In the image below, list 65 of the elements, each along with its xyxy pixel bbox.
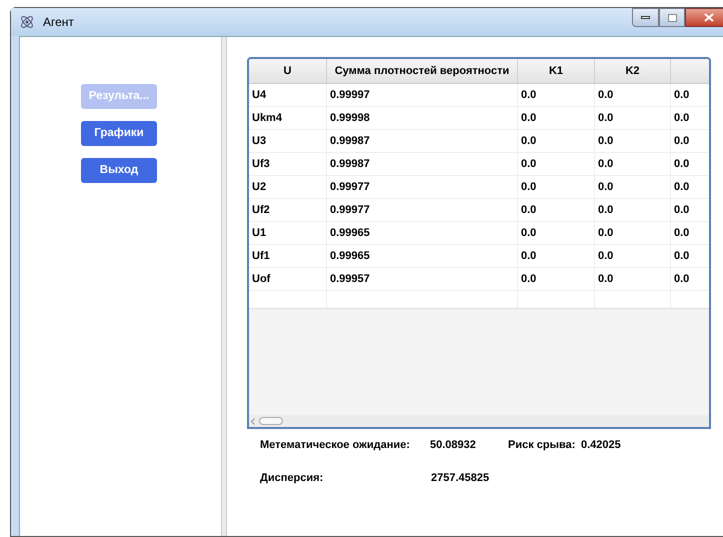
table-cell-text: Uf2 [252, 202, 270, 218]
table-cell-text: U4 [252, 88, 266, 103]
column-header[interactable]: K1 [548, 62, 564, 80]
stat-label: Дисперсия: [260, 470, 324, 486]
column-header[interactable]: U [284, 62, 292, 80]
table-cell-text: 0.0 [674, 134, 690, 149]
table-cell-text: U3 [252, 134, 266, 149]
sidebar-button[interactable]: Графики [81, 121, 157, 146]
table-cell-text: 0.99997 [330, 88, 370, 103]
minimize-button[interactable] [632, 8, 659, 27]
table-cell-text: 0.0 [674, 272, 690, 287]
table-cell-text: Uof [252, 272, 270, 287]
table-cell-text: 0.0 [598, 156, 614, 172]
table-cell-text: 0.0 [674, 202, 690, 218]
table-cell-text: 0.0 [598, 110, 614, 126]
table-cell-text: 0.0 [598, 202, 614, 218]
stat-value: 0.42025 [581, 438, 621, 453]
sidebar-button[interactable]: Выход [81, 158, 157, 183]
table-cell-text: 0.0 [674, 156, 690, 172]
table-cell-text: 0.0 [598, 180, 614, 195]
table-cell-text: 0.0 [674, 226, 690, 241]
window-title: Агент [43, 14, 74, 31]
column-header[interactable]: Сумма плотностей вероятности [334, 62, 510, 80]
table-cell-text: 0.0 [521, 226, 536, 241]
stat-label: Риск срыва: [508, 438, 576, 453]
table-cell-text: 0.0 [598, 134, 614, 149]
table-cell-text: 0.0 [674, 248, 690, 264]
horizontal-scrollbar[interactable] [249, 415, 709, 427]
table-cell-text: 0.0 [598, 272, 614, 287]
table-cell-text: 0.99957 [330, 272, 370, 287]
table-cell-text: 0.0 [521, 202, 536, 218]
table-cell-text: 0.99965 [330, 248, 370, 264]
table-cell-text: 0.0 [521, 180, 536, 195]
table-cell-text: Uf1 [252, 248, 270, 264]
table-cell-text: 0.0 [521, 272, 536, 287]
scrollbar-thumb[interactable] [259, 417, 283, 425]
table-cell-text: 0.0 [598, 226, 614, 241]
table-cell-text: 0.0 [521, 156, 536, 172]
table-cell-text: 0.0 [598, 88, 614, 103]
close-icon [704, 13, 714, 22]
table-cell-text: 0.99965 [330, 226, 370, 241]
table-cell-text: 0.0 [521, 134, 536, 149]
stat-value: 2757.45825 [431, 470, 490, 486]
stat-value: 50.08932 [430, 438, 477, 453]
table-cell-text: 0.0 [674, 88, 690, 103]
maximize-button[interactable] [659, 8, 685, 27]
table-cell-text: 0.0 [674, 110, 690, 126]
stat-label: Метематическое ожидание: [260, 438, 411, 453]
table-cell-text: 0.99977 [330, 180, 370, 195]
table-cell-text: 0.99987 [330, 134, 370, 149]
table-cell-text: U2 [252, 180, 266, 195]
table-cell-text: Uf3 [252, 156, 270, 172]
table-cell-text: 0.0 [674, 180, 690, 195]
table-cell-text: 0.99987 [330, 156, 370, 172]
table-cell-text: U1 [252, 226, 266, 241]
table-cell-text: 0.99998 [330, 110, 370, 126]
column-header[interactable]: K2 [625, 62, 640, 80]
close-button[interactable] [685, 8, 723, 27]
atom-icon [19, 14, 35, 30]
table-cell-text: 0.0 [521, 248, 536, 264]
table-cell-text: 0.0 [521, 88, 536, 103]
table-cell-text: 0.99977 [330, 202, 370, 218]
table-cell-text: Ukm4 [252, 110, 282, 126]
table-cell-text: 0.0 [598, 248, 614, 264]
table-cell-text: 0.0 [521, 110, 536, 126]
